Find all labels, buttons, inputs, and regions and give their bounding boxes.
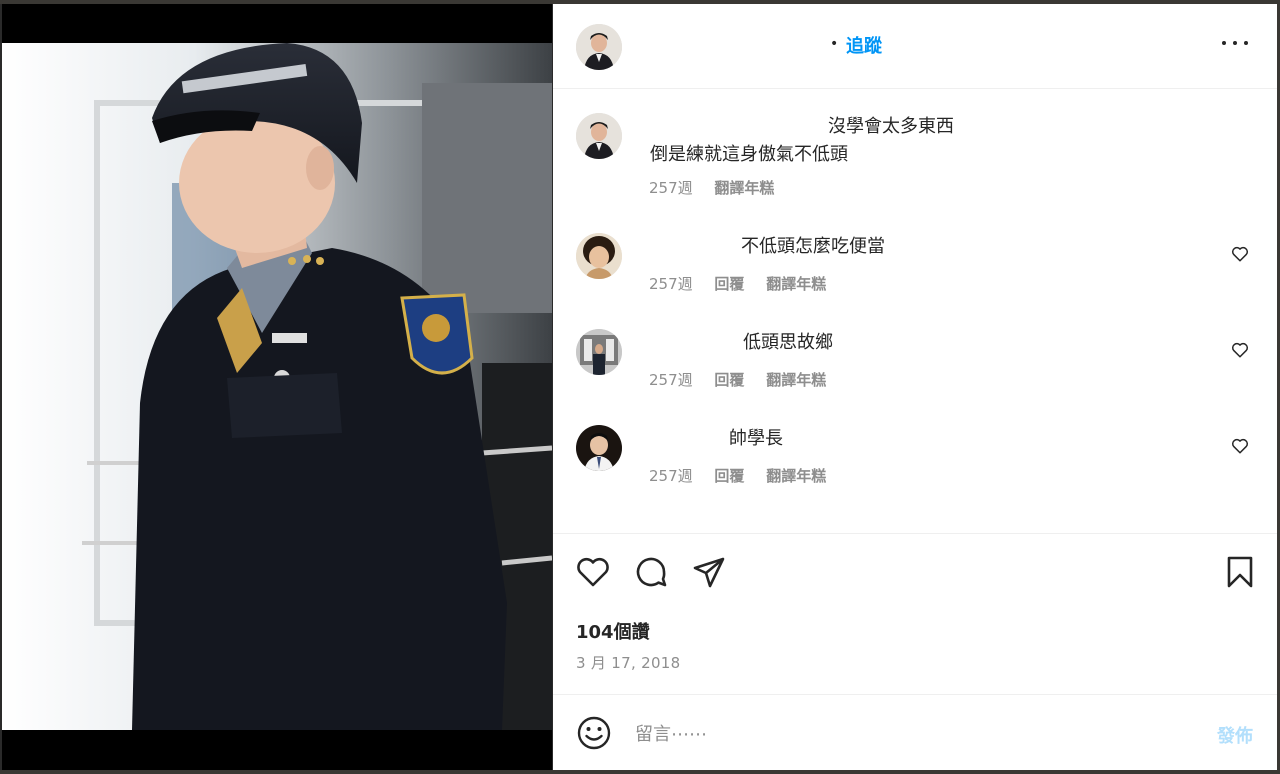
comment-text: 沒學會太多東西 xyxy=(828,116,954,137)
follow-button[interactable]: 追蹤 xyxy=(846,32,882,58)
heart-icon[interactable] xyxy=(575,554,611,590)
comment-time: 257週 xyxy=(649,179,693,197)
comment-text-line2: 倒是練就這身傲氣不低頭 xyxy=(650,144,848,165)
reply-button[interactable]: 回覆 xyxy=(714,467,744,485)
post-side-panel: • 追蹤 沒學會太多東西 倒是練就這身傲氣不低頭 257週 翻譯年糕 不低頭怎麼… xyxy=(553,4,1277,770)
commenter-avatar[interactable] xyxy=(576,233,622,279)
translate-button[interactable]: 翻譯年糕 xyxy=(766,467,826,485)
comment-like-icon[interactable] xyxy=(1231,437,1249,455)
comment-composer: 發佈 xyxy=(553,694,1277,771)
comment-meta: 257週 回覆 翻譯年糕 xyxy=(649,369,843,390)
post-photo xyxy=(2,43,552,730)
post-comment-button[interactable]: 發佈 xyxy=(1217,722,1253,748)
commenter-avatar[interactable] xyxy=(576,329,622,375)
post-photo-pane[interactable] xyxy=(2,4,552,770)
comment-meta: 257週 回覆 翻譯年糕 xyxy=(649,273,843,294)
comment-text: 不低頭怎麼吃便當 xyxy=(741,236,885,257)
follow-separator: • xyxy=(830,36,839,52)
comment-time: 257週 xyxy=(649,467,693,485)
comment-icon[interactable] xyxy=(633,554,669,590)
translate-button[interactable]: 翻譯年糕 xyxy=(714,179,774,197)
comment-like-icon[interactable] xyxy=(1231,341,1249,359)
comment-text: 帥學長 xyxy=(729,428,783,449)
comment-text: 低頭思故鄉 xyxy=(743,332,833,353)
post-date: 3 月 17, 2018 xyxy=(576,654,681,672)
reply-button[interactable]: 回覆 xyxy=(714,275,744,293)
bookmark-icon[interactable] xyxy=(1222,554,1258,590)
comment-time: 257週 xyxy=(649,275,693,293)
translate-button[interactable]: 翻譯年糕 xyxy=(766,275,826,293)
more-options-icon[interactable] xyxy=(1221,32,1249,52)
comments-list[interactable]: 沒學會太多東西 倒是練就這身傲氣不低頭 257週 翻譯年糕 不低頭怎麼吃便當 2… xyxy=(553,89,1277,532)
comment-input[interactable] xyxy=(633,717,1197,751)
commenter-avatar[interactable] xyxy=(576,113,622,159)
translate-button[interactable]: 翻譯年糕 xyxy=(766,371,826,389)
reply-button[interactable]: 回覆 xyxy=(714,371,744,389)
post-actions: 104個讚 3 月 17, 2018 xyxy=(553,533,1277,694)
comment-meta: 257週 回覆 翻譯年糕 xyxy=(649,465,843,486)
commenter-avatar[interactable] xyxy=(576,425,622,471)
comment-like-icon[interactable] xyxy=(1231,245,1249,263)
author-avatar[interactable] xyxy=(576,24,622,70)
share-icon[interactable] xyxy=(691,554,727,590)
comment-time: 257週 xyxy=(649,371,693,389)
post-header: • 追蹤 xyxy=(553,4,1277,89)
emoji-icon[interactable] xyxy=(576,715,612,751)
comment-meta: 257週 翻譯年糕 xyxy=(649,177,791,198)
likes-count[interactable]: 104個讚 xyxy=(576,618,650,644)
